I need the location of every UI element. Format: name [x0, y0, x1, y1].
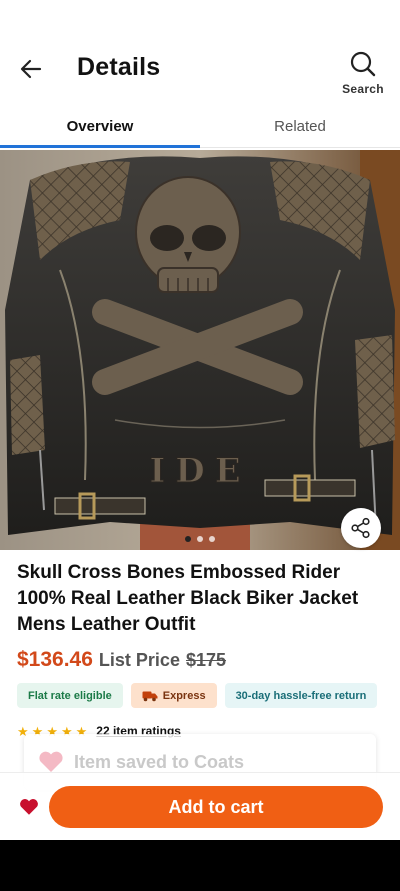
- list-price: $175: [185, 650, 227, 670]
- favorite-button[interactable]: [16, 795, 42, 819]
- current-price: $136.46: [17, 648, 93, 671]
- list-price-label: List Price: [98, 650, 180, 670]
- toast-text: Item saved to Coats: [74, 751, 245, 772]
- share-icon: [351, 517, 370, 539]
- back-button[interactable]: [14, 54, 48, 84]
- header: Details Search: [0, 40, 400, 100]
- carousel-indicator: [0, 536, 400, 544]
- express-badge[interactable]: Express: [130, 683, 217, 708]
- status-bar-area: [0, 0, 400, 40]
- price-row: $136.46 List Price $175: [17, 648, 226, 674]
- share-button[interactable]: [341, 508, 381, 548]
- tab-active-indicator: [0, 145, 200, 148]
- carousel-dot[interactable]: [209, 536, 215, 542]
- page-title: Details: [77, 53, 161, 81]
- truck-icon: [142, 691, 158, 701]
- search-button[interactable]: Search: [338, 50, 388, 96]
- product-image[interactable]: IDE: [0, 150, 400, 550]
- add-to-cart-button[interactable]: Add to cart: [49, 786, 383, 828]
- system-navigation-bar: [0, 840, 400, 891]
- heart-icon: [39, 751, 63, 772]
- bottom-action-bar: Add to cart: [0, 772, 400, 840]
- heart-icon: [20, 799, 38, 815]
- product-title: Skull Cross Bones Embossed Rider 100% Re…: [17, 562, 359, 635]
- tab-related[interactable]: Related: [200, 104, 400, 148]
- search-icon: [350, 51, 376, 77]
- flat-rate-label: Flat rate eligible: [28, 689, 112, 702]
- embossed-text: IDE: [149, 451, 250, 491]
- tab-bar: Overview Related: [0, 104, 400, 148]
- badge-row: Flat rate eligible Express 30-day hassle…: [17, 683, 378, 708]
- jacket-photo: IDE: [0, 150, 400, 550]
- flat-rate-badge[interactable]: Flat rate eligible: [17, 683, 123, 708]
- back-arrow-icon: [20, 59, 42, 79]
- returns-label: 30-day hassle-free return: [235, 689, 367, 702]
- search-label: Search: [342, 82, 384, 96]
- returns-badge[interactable]: 30-day hassle-free return: [224, 683, 378, 708]
- express-label: Express: [162, 689, 206, 702]
- tab-overview[interactable]: Overview: [0, 104, 200, 148]
- carousel-dot-active[interactable]: [185, 536, 191, 542]
- carousel-dot[interactable]: [197, 536, 203, 542]
